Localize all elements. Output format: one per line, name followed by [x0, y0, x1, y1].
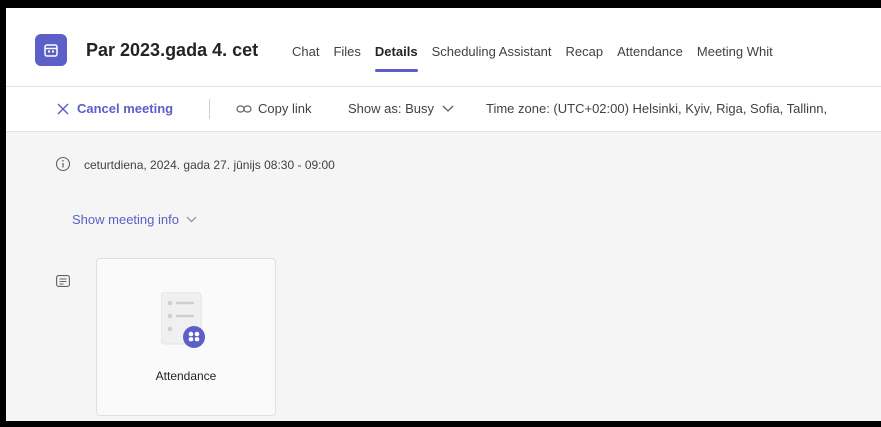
chevron-down-icon: [186, 216, 197, 223]
meeting-header: Par 2023.gada 4. cet Chat Files Details …: [6, 8, 881, 87]
tab-meeting-whiteboard[interactable]: Meeting Whit: [697, 44, 773, 59]
show-as-label: Show as: Busy: [348, 101, 434, 116]
meeting-window: Par 2023.gada 4. cet Chat Files Details …: [6, 8, 881, 421]
meeting-toolbar: Cancel meeting Copy link Show as: Busy T…: [6, 87, 881, 132]
attendance-card-label: Attendance: [155, 369, 217, 383]
notes-icon: [56, 274, 70, 292]
meeting-title: Par 2023.gada 4. cet: [86, 40, 259, 60]
tab-details[interactable]: Details: [374, 44, 418, 72]
tab-chat[interactable]: Chat: [292, 44, 319, 59]
calendar-icon: [35, 34, 67, 66]
link-icon: [236, 104, 252, 113]
info-icon: [55, 156, 71, 177]
copy-link-button[interactable]: Copy link: [236, 101, 311, 116]
tab-attendance[interactable]: Attendance: [617, 44, 683, 59]
show-as-dropdown[interactable]: Show as: Busy: [348, 101, 454, 116]
attendance-card[interactable]: Attendance: [96, 258, 276, 416]
tab-recap[interactable]: Recap: [566, 44, 604, 59]
show-meeting-info-button[interactable]: Show meeting info: [72, 212, 197, 227]
timezone-button[interactable]: Time zone: (UTC+02:00) Helsinki, Kyiv, R…: [486, 101, 827, 116]
meeting-datetime: ceturtdiena, 2024. gada 27. jūnijs 08:30…: [84, 158, 335, 172]
cancel-meeting-button[interactable]: Cancel meeting: [56, 101, 173, 116]
toolbar-divider: [209, 99, 210, 119]
chevron-down-icon: [442, 105, 454, 112]
tab-files[interactable]: Files: [333, 44, 360, 59]
copy-link-label: Copy link: [258, 101, 312, 116]
attendance-icon: [160, 291, 211, 361]
cancel-meeting-label: Cancel meeting: [77, 101, 174, 116]
tab-bar: Chat Files Details Scheduling Assistant …: [292, 44, 787, 72]
tab-scheduling-assistant[interactable]: Scheduling Assistant: [432, 44, 552, 59]
show-meeting-info-label: Show meeting info: [72, 212, 179, 227]
close-icon: [57, 103, 69, 114]
timezone-label: Time zone: (UTC+02:00) Helsinki, Kyiv, R…: [486, 101, 828, 116]
